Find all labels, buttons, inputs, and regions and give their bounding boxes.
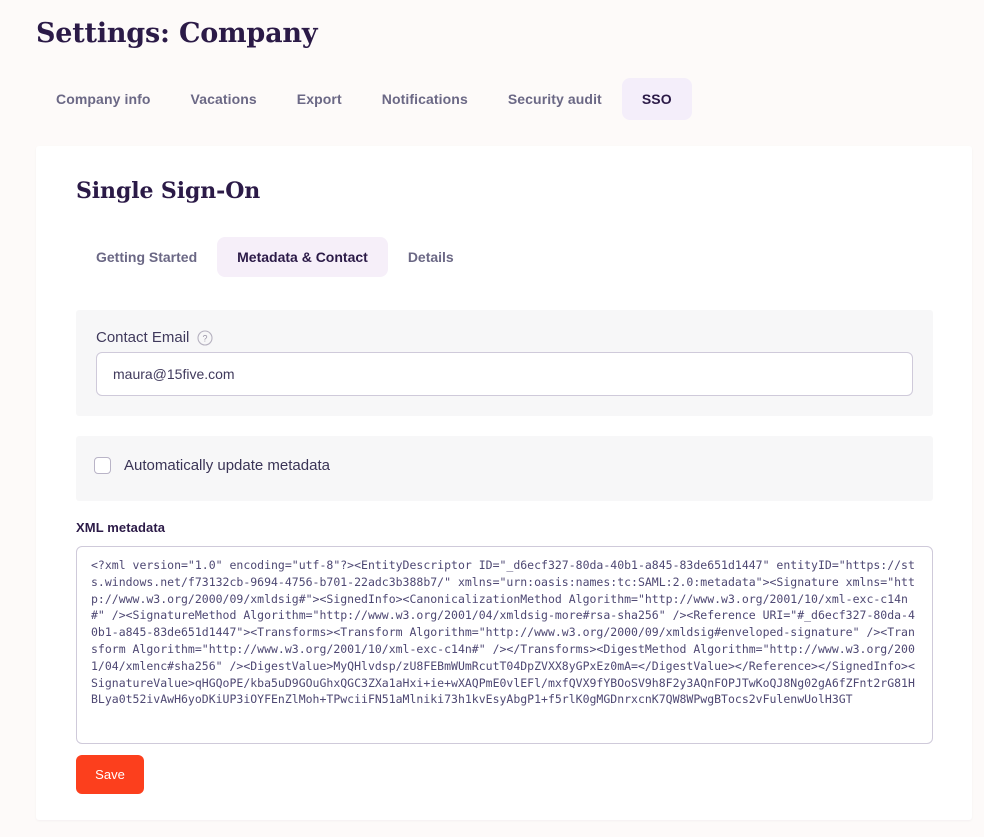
xml-metadata-label: XML metadata	[76, 520, 166, 535]
sub-tab-metadata-contact[interactable]: Metadata & Contact	[217, 237, 388, 277]
settings-company-page: Settings: Company Company info Vacations…	[0, 0, 984, 837]
sub-tab-details[interactable]: Details	[388, 237, 474, 277]
tab-security-audit[interactable]: Security audit	[488, 78, 622, 120]
tab-vacations[interactable]: Vacations	[171, 78, 277, 120]
xml-metadata-value: <?xml version="1.0" encoding="utf-8"?><E…	[91, 558, 915, 707]
save-button[interactable]: Save	[76, 755, 144, 794]
auto-update-metadata-panel: Automatically update metadata	[76, 436, 933, 501]
primary-tab-bar: Company info Vacations Export Notificati…	[36, 78, 692, 120]
contact-email-input[interactable]	[96, 352, 913, 396]
tab-export[interactable]: Export	[277, 78, 362, 120]
tab-sso[interactable]: SSO	[621, 78, 692, 120]
auto-update-metadata-checkbox[interactable]	[94, 457, 111, 474]
tab-company-info[interactable]: Company info	[36, 78, 171, 120]
sub-tab-getting-started[interactable]: Getting Started	[76, 237, 217, 277]
auto-update-metadata-row[interactable]: Automatically update metadata	[94, 457, 330, 474]
sso-settings-card: Single Sign-On Getting Started Metadata …	[36, 146, 972, 820]
auto-update-metadata-label[interactable]: Automatically update metadata	[124, 457, 330, 474]
contact-email-label: Contact Email	[96, 329, 190, 346]
page-title: Settings: Company	[36, 18, 318, 49]
contact-email-label-row: Contact Email ?	[96, 329, 213, 346]
xml-metadata-textarea[interactable]: <?xml version="1.0" encoding="utf-8"?><E…	[76, 546, 933, 744]
contact-email-panel: Contact Email ?	[76, 310, 933, 416]
sso-sub-tab-bar: Getting Started Metadata & Contact Detai…	[76, 237, 474, 277]
card-title: Single Sign-On	[76, 178, 261, 204]
svg-text:?: ?	[203, 333, 208, 343]
tab-notifications[interactable]: Notifications	[362, 78, 488, 120]
help-circle-icon[interactable]: ?	[197, 329, 213, 346]
